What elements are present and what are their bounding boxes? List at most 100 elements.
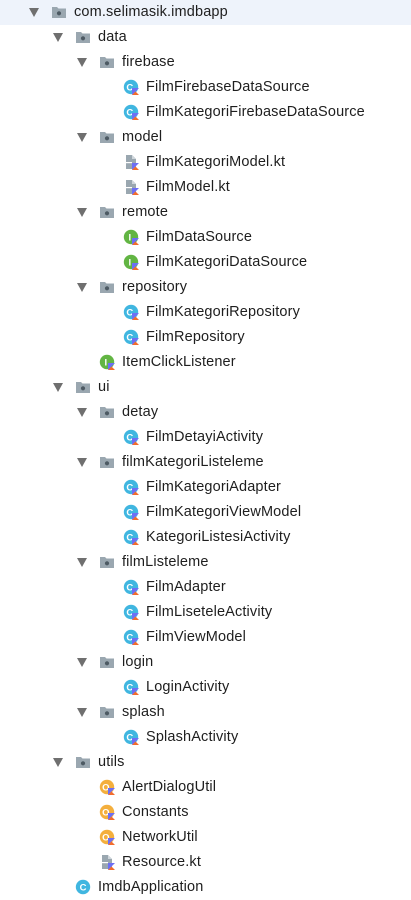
tree-node-file[interactable]: C FilmKategoriRepository — [0, 300, 411, 325]
tree-node-label: LoginActivity — [146, 679, 230, 695]
tree-node-file[interactable]: I FilmKategoriDataSource — [0, 250, 411, 275]
tree-node-package[interactable]: ui — [0, 375, 411, 400]
svg-text:I: I — [104, 357, 107, 368]
tree-node-file[interactable]: O Constants — [0, 800, 411, 825]
tree-node-file[interactable]: FilmKategoriModel.kt — [0, 150, 411, 175]
kotlin-class-icon: C — [123, 604, 139, 620]
expand-arrow-icon[interactable] — [77, 58, 87, 67]
tree-node-label: FilmKategoriRepository — [146, 304, 300, 320]
folder-icon — [99, 554, 115, 570]
expand-arrow-icon[interactable] — [77, 283, 87, 292]
tree-node-file[interactable]: C SplashActivity — [0, 725, 411, 750]
kotlin-file-icon — [123, 179, 139, 195]
folder-icon — [99, 204, 115, 220]
tree-node-label: Resource.kt — [122, 854, 202, 870]
expand-arrow-icon[interactable] — [53, 33, 63, 42]
tree-node-file[interactable]: C FilmKategoriViewModel — [0, 500, 411, 525]
tree-node-package[interactable]: model — [0, 125, 411, 150]
tree-node-label: FilmKategoriViewModel — [146, 504, 302, 520]
expand-arrow-icon[interactable] — [77, 658, 87, 667]
tree-node-file[interactable]: C FilmKategoriFirebaseDataSource — [0, 100, 411, 125]
svg-text:I: I — [128, 257, 131, 268]
tree-node-label: FilmKategoriFirebaseDataSource — [146, 104, 365, 120]
tree-node-label: AlertDialogUtil — [122, 779, 217, 795]
tree-node-file[interactable]: FilmModel.kt — [0, 175, 411, 200]
expand-arrow-icon[interactable] — [29, 8, 39, 17]
tree-node-package[interactable]: filmKategoriListeleme — [0, 450, 411, 475]
tree-node-label: ImdbApplication — [98, 879, 204, 895]
tree-node-package[interactable]: com.selimasik.imdbapp — [0, 0, 411, 25]
tree-node-label: KategoriListesiActivity — [146, 529, 291, 545]
expand-arrow-icon[interactable] — [53, 758, 63, 767]
tree-node-file[interactable]: C FilmRepository — [0, 325, 411, 350]
tree-node-file[interactable]: O AlertDialogUtil — [0, 775, 411, 800]
tree-node-file[interactable]: I FilmDataSource — [0, 225, 411, 250]
svg-text:C: C — [80, 882, 87, 893]
folder-icon — [99, 279, 115, 295]
class-icon: C — [75, 879, 91, 895]
tree-node-file[interactable]: C KategoriListesiActivity — [0, 525, 411, 550]
tree-node-package[interactable]: remote — [0, 200, 411, 225]
tree-node-label: FilmKategoriModel.kt — [146, 154, 286, 170]
expand-arrow-icon[interactable] — [77, 558, 87, 567]
expand-arrow-icon[interactable] — [77, 708, 87, 717]
folder-icon — [99, 454, 115, 470]
tree-node-label: FilmRepository — [146, 329, 245, 345]
tree-node-file[interactable]: C FilmFirebaseDataSource — [0, 75, 411, 100]
tree-node-label: repository — [122, 279, 188, 295]
tree-node-file[interactable]: C FilmDetayiActivity — [0, 425, 411, 450]
tree-node-package[interactable]: repository — [0, 275, 411, 300]
expand-arrow-icon[interactable] — [53, 383, 63, 392]
tree-node-file[interactable]: C FilmAdapter — [0, 575, 411, 600]
kotlin-class-icon: C — [123, 479, 139, 495]
tree-node-package[interactable]: utils — [0, 750, 411, 775]
kotlin-class-icon: C — [123, 429, 139, 445]
tree-node-package[interactable]: firebase — [0, 50, 411, 75]
tree-node-label: FilmModel.kt — [146, 179, 230, 195]
tree-node-file[interactable]: I ItemClickListener — [0, 350, 411, 375]
tree-node-package[interactable]: data — [0, 25, 411, 50]
tree-node-file[interactable]: Resource.kt — [0, 850, 411, 875]
expand-arrow-icon[interactable] — [77, 133, 87, 142]
tree-node-label: SplashActivity — [146, 729, 239, 745]
expand-arrow-icon[interactable] — [77, 408, 87, 417]
tree-node-file[interactable]: C FilmKategoriAdapter — [0, 475, 411, 500]
tree-node-label: FilmLiseteleActivity — [146, 604, 273, 620]
kotlin-class-icon: C — [123, 504, 139, 520]
tree-node-package[interactable]: detay — [0, 400, 411, 425]
tree-node-label: FilmViewModel — [146, 629, 246, 645]
kotlin-class-icon: C — [123, 529, 139, 545]
tree-node-package[interactable]: filmListeleme — [0, 550, 411, 575]
tree-node-file[interactable]: O NetworkUtil — [0, 825, 411, 850]
folder-icon — [75, 754, 91, 770]
tree-node-label: login — [122, 654, 154, 670]
kotlin-file-icon — [123, 154, 139, 170]
tree-node-file[interactable]: C FilmLiseteleActivity — [0, 600, 411, 625]
kotlin-object-icon: O — [99, 779, 115, 795]
tree-node-package[interactable]: splash — [0, 700, 411, 725]
expand-arrow-icon[interactable] — [77, 208, 87, 217]
expand-arrow-icon[interactable] — [77, 458, 87, 467]
tree-node-label: model — [122, 129, 163, 145]
tree-node-label: FilmDetayiActivity — [146, 429, 264, 445]
tree-node-label: filmKategoriListeleme — [122, 454, 264, 470]
tree-node-file[interactable]: C FilmViewModel — [0, 625, 411, 650]
folder-icon — [99, 404, 115, 420]
folder-icon — [99, 129, 115, 145]
tree-node-label: utils — [98, 754, 125, 770]
tree-node-label: FilmFirebaseDataSource — [146, 79, 310, 95]
folder-icon — [99, 54, 115, 70]
tree-node-file[interactable]: C ImdbApplication — [0, 875, 411, 900]
folder-icon — [75, 379, 91, 395]
folder-icon — [75, 29, 91, 45]
tree-node-label: Constants — [122, 804, 189, 820]
kotlin-interface-icon: I — [123, 229, 139, 245]
tree-node-label: ui — [98, 379, 110, 395]
tree-node-label: FilmDataSource — [146, 229, 253, 245]
kotlin-class-icon: C — [123, 679, 139, 695]
tree-node-label: detay — [122, 404, 159, 420]
tree-node-file[interactable]: C LoginActivity — [0, 675, 411, 700]
kotlin-class-icon: C — [123, 579, 139, 595]
tree-node-label: com.selimasik.imdbapp — [74, 4, 228, 20]
tree-node-package[interactable]: login — [0, 650, 411, 675]
